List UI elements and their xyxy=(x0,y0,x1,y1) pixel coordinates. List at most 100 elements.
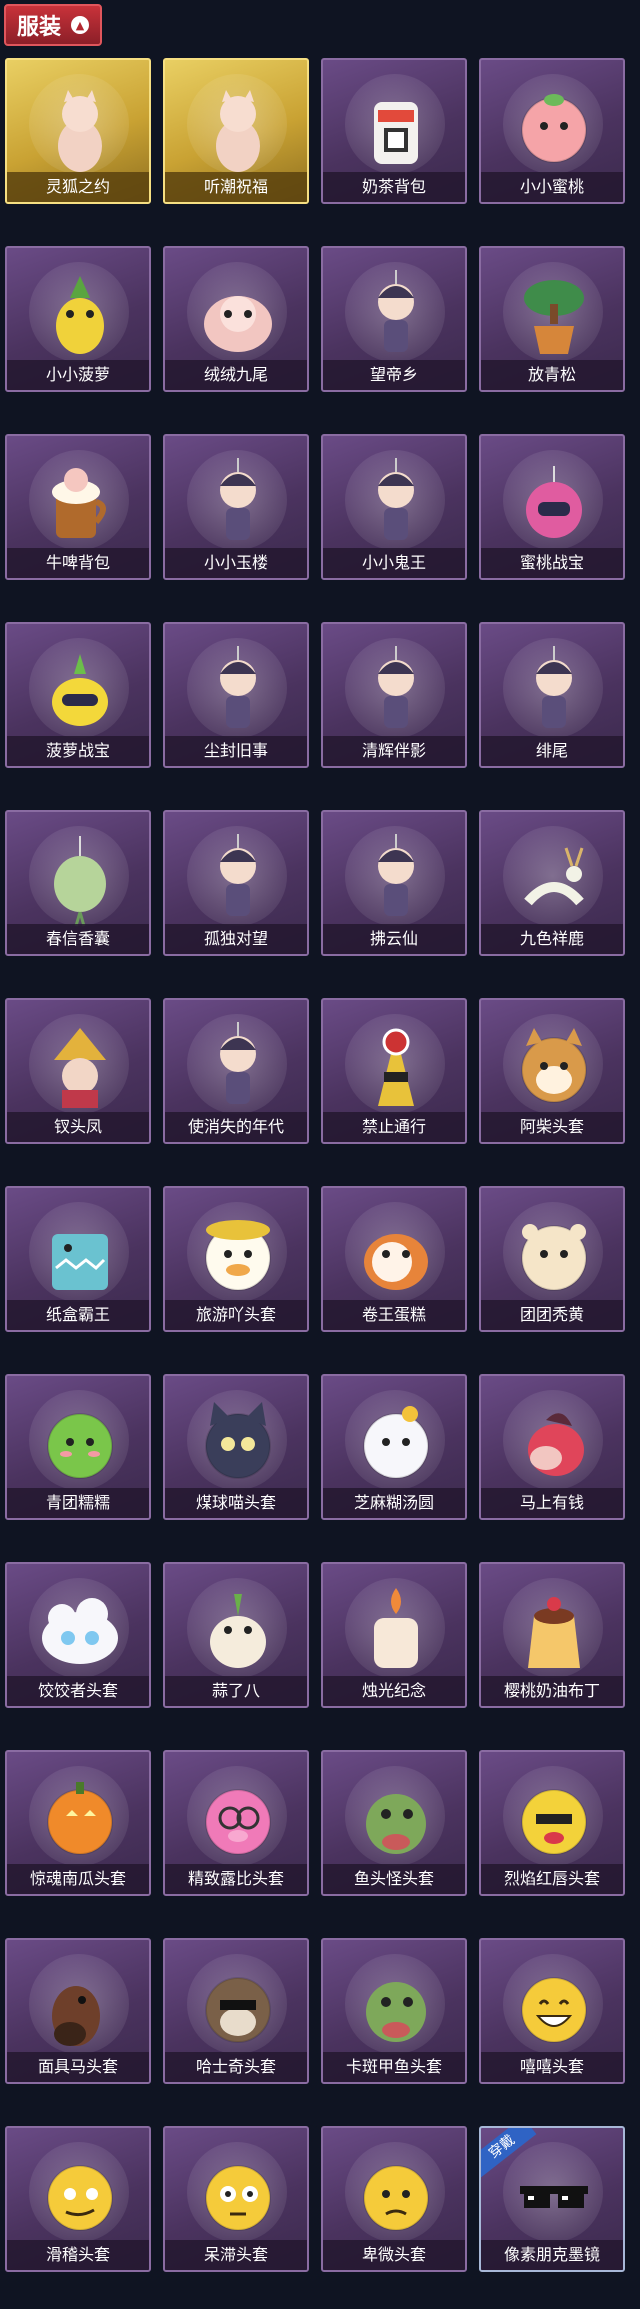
item-label: 饺饺者头套 xyxy=(7,1676,149,1706)
item-card[interactable]: 钗头凤 xyxy=(5,998,151,1144)
item-card[interactable]: 放青松 xyxy=(479,246,625,392)
item-card[interactable]: 卡斑甲鱼头套 xyxy=(321,1938,467,2084)
item-card[interactable]: 鱼头怪头套 xyxy=(321,1750,467,1896)
item-card[interactable]: 卷王蛋糕 xyxy=(321,1186,467,1332)
item-card[interactable]: 小小鬼王 xyxy=(321,434,467,580)
item-label: 奶茶背包 xyxy=(323,172,465,202)
item-card[interactable]: 饺饺者头套 xyxy=(5,1562,151,1708)
item-card[interactable]: 卑微头套 xyxy=(321,2126,467,2272)
item-card[interactable]: 阿柴头套 xyxy=(479,998,625,1144)
item-card[interactable]: 青团糯糯 xyxy=(5,1374,151,1520)
item-card[interactable]: 芝麻糊汤圆 xyxy=(321,1374,467,1520)
item-card[interactable]: 春信香囊 xyxy=(5,810,151,956)
item-card[interactable]: 惊魂南瓜头套 xyxy=(5,1750,151,1896)
item-label: 卑微头套 xyxy=(323,2240,465,2270)
item-label: 绯尾 xyxy=(481,736,623,766)
item-card[interactable]: 樱桃奶油布丁 xyxy=(479,1562,625,1708)
item-card[interactable]: 清辉伴影 xyxy=(321,622,467,768)
item-label: 春信香囊 xyxy=(7,924,149,954)
chibi-pendant-icon xyxy=(504,642,604,742)
yellow-robot-icon xyxy=(30,642,130,742)
cake-roll-icon xyxy=(346,1206,446,1306)
item-label: 卷王蛋糕 xyxy=(323,1300,465,1330)
yellow-creature-icon xyxy=(504,1770,604,1870)
fish-head-icon xyxy=(346,1770,446,1870)
item-card[interactable]: 团团秃黄 xyxy=(479,1186,625,1332)
item-card[interactable]: 嘻嘻头套 xyxy=(479,1938,625,2084)
item-label: 纸盒霸王 xyxy=(7,1300,149,1330)
item-label: 像素朋克墨镜 xyxy=(481,2240,623,2270)
item-label: 面具马头套 xyxy=(7,2052,149,2082)
item-label: 禁止通行 xyxy=(323,1112,465,1142)
item-label: 嘻嘻头套 xyxy=(481,2052,623,2082)
pine-tree-pot-icon xyxy=(504,266,604,366)
item-label: 小小菠萝 xyxy=(7,360,149,390)
beer-mug-icon xyxy=(30,454,130,554)
item-label: 钗头凤 xyxy=(7,1112,149,1142)
item-card[interactable]: 望帝乡 xyxy=(321,246,467,392)
item-card[interactable]: 纸盒霸王 xyxy=(5,1186,151,1332)
item-card[interactable]: 拂云仙 xyxy=(321,810,467,956)
garlic-icon xyxy=(188,1582,288,1682)
item-card[interactable]: 听潮祝福 xyxy=(163,58,309,204)
item-card[interactable]: 孤独对望 xyxy=(163,810,309,956)
item-card[interactable]: 马上有钱 xyxy=(479,1374,625,1520)
item-card[interactable]: 小小蜜桃 xyxy=(479,58,625,204)
item-card[interactable]: 小小菠萝 xyxy=(5,246,151,392)
pineapple-icon xyxy=(30,266,130,366)
item-label: 芝麻糊汤圆 xyxy=(323,1488,465,1518)
item-card[interactable]: 灵狐之约 xyxy=(5,58,151,204)
horse-head-icon xyxy=(504,1394,604,1494)
item-card[interactable]: 旅游吖头套 xyxy=(163,1186,309,1332)
item-label: 蒜了八 xyxy=(165,1676,307,1706)
item-card[interactable]: 绯尾 xyxy=(479,622,625,768)
chibi-pendant-icon xyxy=(346,642,446,742)
item-card[interactable]: 哈士奇头套 xyxy=(163,1938,309,2084)
shiba-head-icon xyxy=(504,1018,604,1118)
item-card[interactable]: 牛啤背包 xyxy=(5,434,151,580)
milk-tea-bag-icon xyxy=(346,78,446,178)
item-label: 青团糯糯 xyxy=(7,1488,149,1518)
item-card[interactable]: 绒绒九尾 xyxy=(163,246,309,392)
item-card[interactable]: 烈焰红唇头套 xyxy=(479,1750,625,1896)
husky-head-icon xyxy=(188,1958,288,2058)
chibi-pendant-icon xyxy=(346,830,446,930)
item-card[interactable]: 尘封旧事 xyxy=(163,622,309,768)
item-card[interactable]: 菠萝战宝 xyxy=(5,622,151,768)
item-card[interactable]: 奶茶背包 xyxy=(321,58,467,204)
item-label: 小小蜜桃 xyxy=(481,172,623,202)
item-label: 哈士奇头套 xyxy=(165,2052,307,2082)
item-card[interactable]: 面具马头套 xyxy=(5,1938,151,2084)
item-card[interactable]: 穿戴 像素朋克墨镜 xyxy=(479,2126,625,2272)
hamster-head-icon xyxy=(504,1206,604,1306)
chevron-up-icon[interactable]: ▲ xyxy=(71,16,89,34)
item-card[interactable]: 煤球喵头套 xyxy=(163,1374,309,1520)
item-label: 烈焰红唇头套 xyxy=(481,1864,623,1894)
pudding-icon xyxy=(504,1582,604,1682)
item-card[interactable]: 使消失的年代 xyxy=(163,998,309,1144)
item-card[interactable]: 小小玉楼 xyxy=(163,434,309,580)
brown-horse-icon xyxy=(30,1958,130,2058)
peach-icon xyxy=(504,78,604,178)
item-label: 樱桃奶油布丁 xyxy=(481,1676,623,1706)
category-tab-costume[interactable]: 服装 ▲ xyxy=(4,4,102,46)
item-card[interactable]: 精致露比头套 xyxy=(163,1750,309,1896)
item-card[interactable]: 滑稽头套 xyxy=(5,2126,151,2272)
item-label: 放青松 xyxy=(481,360,623,390)
item-label: 煤球喵头套 xyxy=(165,1488,307,1518)
item-card[interactable]: 九色祥鹿 xyxy=(479,810,625,956)
item-card[interactable]: 蒜了八 xyxy=(163,1562,309,1708)
item-label: 团团秃黄 xyxy=(481,1300,623,1330)
item-label: 绒绒九尾 xyxy=(165,360,307,390)
item-label: 惊魂南瓜头套 xyxy=(7,1864,149,1894)
item-label: 使消失的年代 xyxy=(165,1112,307,1142)
item-card[interactable]: 蜜桃战宝 xyxy=(479,434,625,580)
item-label: 阿柴头套 xyxy=(481,1112,623,1142)
item-card[interactable]: 烛光纪念 xyxy=(321,1562,467,1708)
pink-robot-icon xyxy=(504,454,604,554)
item-label: 鱼头怪头套 xyxy=(323,1864,465,1894)
item-label: 尘封旧事 xyxy=(165,736,307,766)
grin-emoji-icon xyxy=(504,1958,604,2058)
item-card[interactable]: 禁止通行 xyxy=(321,998,467,1144)
item-card[interactable]: 呆滞头套 xyxy=(163,2126,309,2272)
